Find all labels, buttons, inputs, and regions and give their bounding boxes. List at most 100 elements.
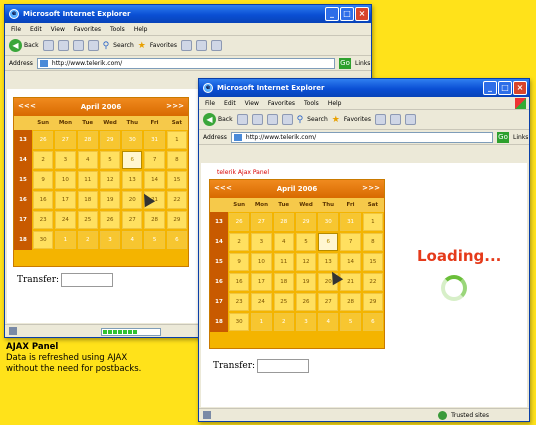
home-icon[interactable] <box>281 114 293 125</box>
calendar-day[interactable]: 3 <box>55 151 76 169</box>
calendar-day[interactable]: 28 <box>144 211 165 229</box>
week-number[interactable]: 14 <box>210 232 228 252</box>
calendar-day[interactable]: 24 <box>251 293 272 311</box>
print-icon[interactable] <box>404 114 416 125</box>
week-number[interactable]: 14 <box>14 150 32 170</box>
calendar-day[interactable]: 21 <box>340 273 361 291</box>
calendar-day[interactable]: 27 <box>251 213 272 231</box>
next-month-button[interactable]: > <box>166 102 172 110</box>
calendar-day[interactable]: 11 <box>77 171 98 189</box>
calendar-day[interactable]: 30 <box>229 313 250 331</box>
menu-view[interactable]: View <box>245 100 259 107</box>
calendar-day[interactable]: 8 <box>166 151 187 169</box>
calendar-day[interactable]: 2 <box>229 233 250 251</box>
forward-icon[interactable] <box>236 114 248 125</box>
transfer-input[interactable] <box>257 359 310 373</box>
calendar-day[interactable]: 20 <box>122 191 143 209</box>
week-number[interactable]: 13 <box>14 130 32 150</box>
search-icon[interactable]: ⚲ <box>103 41 110 51</box>
calendar-day[interactable]: 15 <box>362 253 383 271</box>
calendar-day[interactable]: 25 <box>273 293 294 311</box>
history-icon[interactable] <box>180 40 192 51</box>
go-button[interactable]: Go <box>339 57 351 69</box>
calendar-day[interactable]: 12 <box>99 171 121 189</box>
menu-edit[interactable]: Edit <box>30 26 42 33</box>
calendar-day[interactable]: 30 <box>33 231 54 249</box>
prev-year-button[interactable]: << <box>214 184 226 192</box>
prev-month-button[interactable]: < <box>30 102 36 110</box>
calendar-day[interactable]: 1 <box>55 231 76 249</box>
calendar-day[interactable]: 22 <box>166 191 187 209</box>
calendar-day[interactable]: 29 <box>166 211 187 229</box>
next-month-button[interactable]: > <box>362 184 368 192</box>
calendar-day[interactable]: 1 <box>362 213 383 231</box>
menu-edit[interactable]: Edit <box>224 100 236 107</box>
calendar-day[interactable]: 1 <box>251 313 272 331</box>
calendar-day[interactable]: 25 <box>77 211 98 229</box>
calendar-day[interactable]: 30 <box>318 213 339 231</box>
week-number[interactable]: 16 <box>210 272 228 292</box>
favorites-button[interactable]: Favorites <box>344 116 371 123</box>
calendar-day[interactable]: 2 <box>33 151 54 169</box>
calendar-day[interactable]: 12 <box>295 253 317 271</box>
back-button[interactable]: ◀ Back <box>9 39 39 52</box>
calendar-day[interactable]: 17 <box>55 191 76 209</box>
calendar-day[interactable]: 7 <box>340 233 361 251</box>
calendar-day[interactable]: 26 <box>99 211 121 229</box>
calendar-day[interactable]: 28 <box>340 293 361 311</box>
close-button[interactable]: × <box>355 7 369 21</box>
menu-file[interactable]: File <box>11 26 21 33</box>
calendar-day[interactable]: 14 <box>340 253 361 271</box>
search-button[interactable]: Search <box>113 42 134 49</box>
ajax-panel-link[interactable]: telerik Ajax Panel <box>217 169 269 176</box>
calendar-day[interactable]: 31 <box>340 213 361 231</box>
calendar-day[interactable]: 10 <box>55 171 76 189</box>
calendar-day[interactable]: 17 <box>251 273 272 291</box>
prev-year-button[interactable]: << <box>18 102 30 110</box>
calendar-day[interactable]: 29 <box>99 131 121 149</box>
search-icon[interactable]: ⚲ <box>297 115 304 125</box>
links-button[interactable]: Links <box>513 134 529 141</box>
calendar-day[interactable]: 6 <box>362 313 383 331</box>
refresh-icon[interactable] <box>72 40 84 51</box>
print-icon[interactable] <box>210 40 222 51</box>
stop-icon[interactable] <box>251 114 263 125</box>
calendar-day[interactable]: 5 <box>144 231 165 249</box>
calendar-day[interactable]: 2 <box>273 313 294 331</box>
calendar-day[interactable]: 14 <box>144 171 165 189</box>
mail-icon[interactable] <box>389 114 401 125</box>
calendar-day[interactable]: 24 <box>55 211 76 229</box>
go-button[interactable]: Go <box>497 131 509 143</box>
menu-favorites[interactable]: Favorites <box>74 26 101 33</box>
week-number[interactable]: 15 <box>210 252 228 272</box>
maximize-button[interactable]: □ <box>498 81 512 95</box>
calendar-day[interactable]: 10 <box>251 253 272 271</box>
back-button[interactable]: ◀ Back <box>203 113 233 126</box>
week-number[interactable]: 13 <box>210 212 228 232</box>
calendar-day[interactable]: 4 <box>122 231 143 249</box>
calendar-day[interactable]: 3 <box>99 231 121 249</box>
calendar-day[interactable]: 4 <box>318 313 339 331</box>
calendar-day[interactable]: 27 <box>318 293 339 311</box>
calendar-day[interactable]: 30 <box>122 131 143 149</box>
calendar-day[interactable]: 18 <box>77 191 98 209</box>
menu-tools[interactable]: Tools <box>304 100 319 107</box>
address-input[interactable]: http://www.telerik.com/ <box>230 131 493 143</box>
menu-tools[interactable]: Tools <box>110 26 125 33</box>
links-button[interactable]: Links <box>355 60 371 67</box>
address-input[interactable]: http://www.telerik.com/ <box>36 57 335 69</box>
calendar-day[interactable]: 29 <box>362 293 383 311</box>
calendar-day[interactable]: 5 <box>99 151 121 169</box>
calendar-day[interactable]: 28 <box>273 213 294 231</box>
favorites-star-icon[interactable]: ★ <box>332 115 340 125</box>
week-number[interactable]: 18 <box>210 312 228 332</box>
favorites-star-icon[interactable]: ★ <box>138 41 146 51</box>
calendar-day[interactable]: 6 <box>318 233 339 251</box>
menu-file[interactable]: File <box>205 100 215 107</box>
menu-view[interactable]: View <box>51 26 65 33</box>
next-year-button[interactable]: >> <box>172 102 184 110</box>
calendar-day[interactable]: 1 <box>166 131 187 149</box>
history-icon[interactable] <box>374 114 386 125</box>
calendar-day[interactable]: 19 <box>295 273 317 291</box>
calendar-day[interactable]: 26 <box>229 213 250 231</box>
